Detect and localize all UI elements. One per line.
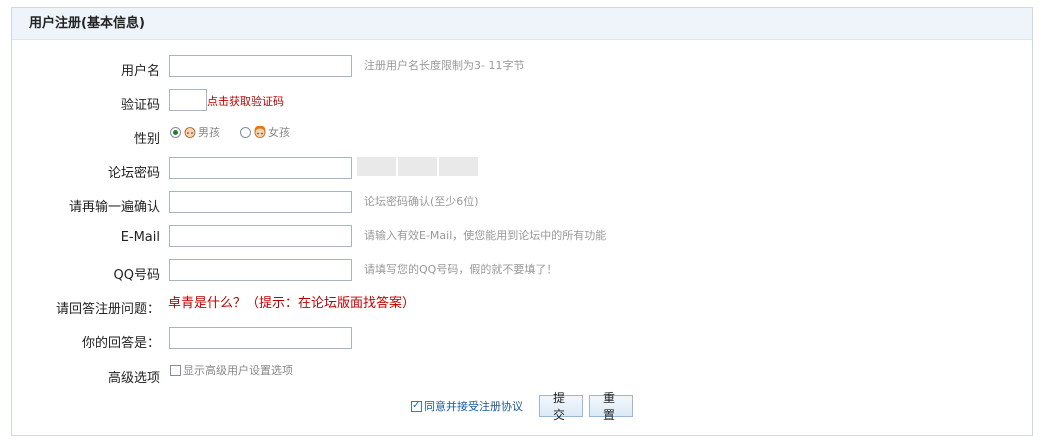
girl-avatar-icon — [254, 125, 266, 138]
advanced-options-checkbox[interactable] — [170, 364, 181, 376]
strength-bar-weak — [357, 157, 396, 176]
agree-terms-checkbox[interactable] — [411, 399, 422, 413]
email-label: E-Mail — [120, 230, 160, 245]
agree-terms-label: 同意并接受注册协议 — [424, 400, 523, 413]
password-input[interactable] — [169, 157, 352, 179]
female-label: 女孩 — [268, 126, 290, 139]
reset-button[interactable]: 重置 — [589, 391, 633, 422]
qq-label: QQ号码 — [113, 268, 160, 283]
password-label: 论坛密码 — [107, 166, 160, 181]
username-input[interactable] — [169, 55, 352, 77]
gender-female-option[interactable]: 女孩 — [240, 124, 290, 140]
agree-terms-toggle[interactable]: 同意并接受注册协议 — [411, 398, 523, 414]
advanced-options-toggle[interactable]: 显示高级用户设置选项 — [170, 362, 293, 378]
advanced-options-text: 显示高级用户设置选项 — [183, 364, 293, 377]
qq-input[interactable] — [169, 259, 352, 281]
username-label: 用户名 — [120, 64, 160, 79]
username-hint: 注册用户名长度限制为3- 11字节 — [364, 59, 525, 72]
boy-avatar-icon — [184, 127, 196, 138]
strength-bar-medium — [398, 157, 437, 176]
captcha-input[interactable] — [169, 89, 207, 111]
female-radio[interactable] — [240, 126, 251, 138]
gender-male-option[interactable]: 男孩 — [170, 124, 220, 140]
security-question-text: 卓青是什么？（提示：在论坛版面找答案） — [168, 296, 416, 311]
male-label: 男孩 — [198, 126, 220, 139]
email-input[interactable] — [169, 225, 352, 247]
password-confirm-hint: 论坛密码确认(至少6位) — [364, 195, 479, 208]
answer-input[interactable] — [169, 327, 352, 349]
answer-label: 你的回答是： — [81, 336, 160, 351]
email-hint: 请输入有效E-Mail，使您能用到论坛中的所有功能 — [364, 229, 607, 242]
submit-button[interactable]: 提交 — [539, 391, 583, 422]
male-radio[interactable] — [170, 126, 181, 138]
gender-label: 性别 — [133, 132, 160, 147]
captcha-label: 验证码 — [120, 98, 160, 113]
password-confirm-label: 请再输一遍确认 — [68, 200, 160, 215]
get-captcha-link[interactable]: 点击获取验证码 — [207, 93, 284, 109]
panel-title: 用户注册(基本信息) — [12, 8, 1032, 40]
strength-bar-strong — [439, 157, 478, 176]
password-strength-meter — [357, 157, 478, 176]
advanced-label: 高级选项 — [107, 371, 160, 386]
password-confirm-input[interactable] — [169, 191, 352, 213]
qq-hint: 请填写您的QQ号码，假的就不要填了！ — [364, 263, 558, 276]
security-question-label: 请回答注册问题： — [55, 302, 160, 317]
